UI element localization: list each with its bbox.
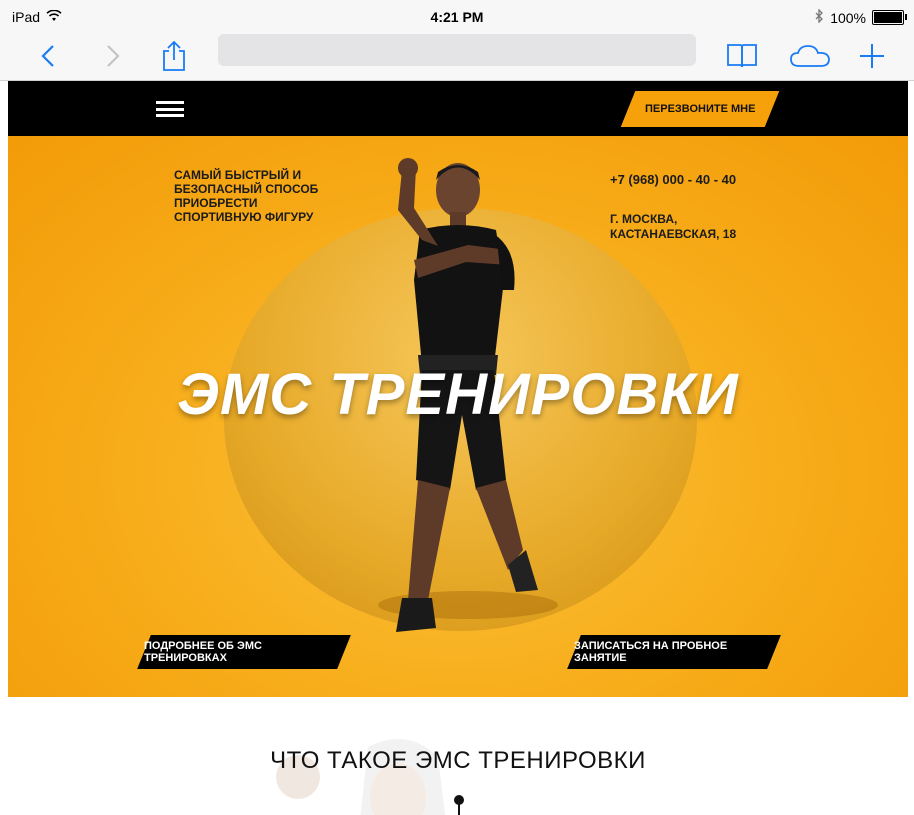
- signup-trial-button[interactable]: ЗАПИСАТЬСЯ НА ПРОБНОЕ ЗАНЯТИЕ: [567, 635, 781, 669]
- battery-percent: 100%: [830, 9, 866, 26]
- cloud-icon[interactable]: [788, 38, 832, 74]
- address-line2: КАСТАНАЕВСКАЯ, 18: [610, 227, 737, 241]
- more-info-button[interactable]: ПОДРОБНЕЕ ОБ ЭМС ТРЕНИРОВКАХ: [137, 635, 351, 669]
- signup-trial-label: ЗАПИСАТЬСЯ НА ПРОБНОЕ ЗАНЯТИЕ: [574, 640, 728, 664]
- hero-title: ЭМС ТРЕНИРОВКИ: [177, 362, 739, 427]
- hero-section: САМЫЙ БЫСТРЫЙ И БЕЗОПАСНЫЙ СПОСОБ ПРИОБР…: [8, 136, 908, 697]
- site-header: ПЕРЕЗВОНИТЕ МНЕ: [8, 81, 908, 136]
- web-page: ПЕРЕЗВОНИТЕ МНЕ САМЫЙ БЫСТРЫЙ И БЕЗОПАСН…: [8, 81, 908, 815]
- menu-icon[interactable]: [156, 101, 184, 117]
- more-info-label: ПОДРОБНЕЕ ОБ ЭМС ТРЕНИРОВКАХ: [144, 640, 262, 664]
- address-line1: Г. МОСКВА,: [610, 212, 678, 226]
- callback-label: ПЕРЕЗВОНИТЕ МНЕ: [644, 103, 756, 115]
- section-title: ЧТО ТАКОЕ ЭМС ТРЕНИРОВКИ: [270, 747, 646, 774]
- section-line: [458, 803, 460, 815]
- hero-address: Г. МОСКВА, КАСТАНАЕВСКАЯ, 18: [610, 212, 736, 242]
- back-icon[interactable]: [30, 38, 66, 74]
- hero-tagline: САМЫЙ БЫСТРЫЙ И БЕЗОПАСНЫЙ СПОСОБ ПРИОБР…: [174, 168, 319, 224]
- bookmarks-icon[interactable]: [724, 38, 760, 74]
- share-icon[interactable]: [156, 38, 192, 74]
- battery-icon: [872, 10, 907, 25]
- status-time: 4:21 PM: [430, 9, 484, 25]
- forward-icon[interactable]: [95, 38, 131, 74]
- browser-toolbar: [0, 32, 914, 81]
- new-tab-icon[interactable]: [854, 38, 890, 74]
- status-bar: iPad 4:21 PM 100%: [0, 0, 914, 32]
- status-right: 100%: [814, 8, 907, 26]
- bluetooth-icon: [814, 8, 824, 26]
- about-section: ЧТО ТАКОЕ ЭМС ТРЕНИРОВКИ: [8, 697, 908, 815]
- callback-button[interactable]: ПЕРЕЗВОНИТЕ МНЕ: [620, 91, 780, 127]
- address-bar[interactable]: [218, 34, 696, 66]
- hero-phone[interactable]: +7 (968) 000 - 40 - 40: [610, 172, 736, 187]
